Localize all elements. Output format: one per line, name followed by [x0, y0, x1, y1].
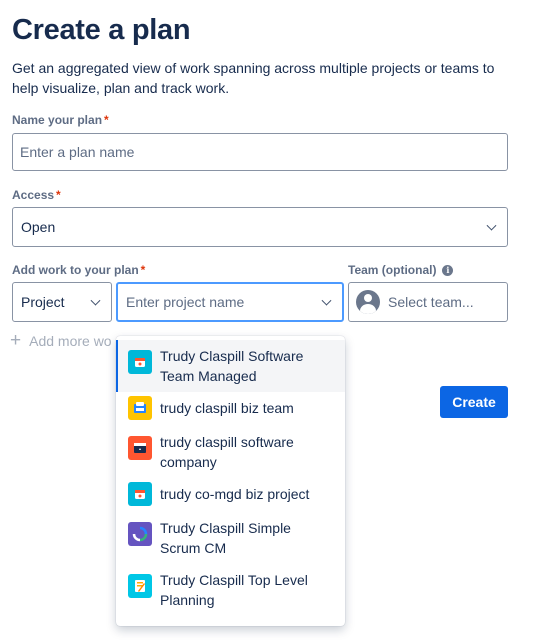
team-field-label-text: Team (optional)	[348, 263, 437, 277]
project-dropdown-menu: Trudy Claspill Software Team Managed tru…	[116, 336, 345, 626]
page-description: Get an aggregated view of work spanning …	[12, 60, 495, 96]
work-field-label-text: Add work to your plan	[12, 263, 139, 277]
name-field-label-text: Name your plan	[12, 113, 103, 127]
project-name-placeholder: Enter project name	[126, 294, 245, 310]
team-managed-project-icon	[128, 350, 152, 374]
scrum-project-icon	[128, 522, 152, 546]
planning-project-icon	[128, 574, 152, 598]
project-option[interactable]: Trudy Claspill Simple Scrum CM	[116, 512, 345, 564]
info-icon[interactable]: i	[442, 265, 454, 276]
work-field-label: Add work to your plan *	[12, 263, 145, 277]
project-option-label: Trudy Claspill Software Team Managed	[160, 348, 304, 384]
project-option[interactable]: trudy claspill biz team	[116, 392, 345, 426]
project-name-input[interactable]: Enter project name	[116, 282, 344, 322]
required-marker: *	[140, 263, 146, 277]
project-option-label: trudy claspill biz team	[160, 400, 294, 416]
software-project-icon	[128, 436, 152, 460]
access-field-label-text: Access	[12, 188, 55, 202]
chevron-down-icon	[321, 295, 332, 306]
project-option[interactable]: trudy co-mgd biz project	[116, 478, 345, 512]
work-source-type-select[interactable]: Project	[12, 282, 112, 322]
chevron-down-icon	[90, 295, 101, 306]
plus-icon: +	[10, 330, 22, 351]
plan-name-input[interactable]: Enter a plan name	[12, 133, 508, 171]
required-marker: *	[104, 113, 109, 127]
team-avatar-icon	[356, 290, 380, 314]
chevron-down-icon	[486, 220, 497, 231]
plan-name-placeholder: Enter a plan name	[20, 144, 135, 160]
access-select[interactable]: Open	[12, 207, 508, 247]
add-more-work-label: Add more wo	[29, 333, 112, 349]
project-option-label: trudy co-mgd biz project	[160, 486, 310, 502]
project-option-label: Trudy Claspill Top Level Planning	[160, 572, 308, 608]
page-title: Create a plan	[12, 14, 191, 46]
project-option[interactable]: Trudy Claspill Top Level Planning	[116, 564, 345, 616]
team-managed-project-icon	[128, 482, 152, 506]
access-field-label: Access *	[12, 188, 61, 202]
project-option[interactable]: trudy claspill software company	[116, 426, 345, 478]
work-source-type-value: Project	[21, 294, 65, 310]
team-select-placeholder: Select team...	[388, 294, 474, 310]
create-button[interactable]: Create	[440, 386, 508, 418]
add-more-work-button[interactable]: + Add more wo	[10, 330, 112, 351]
business-project-icon	[128, 396, 152, 420]
name-field-label: Name your plan *	[12, 113, 109, 127]
team-select[interactable]: Select team...	[348, 282, 508, 322]
access-select-value: Open	[21, 219, 56, 235]
project-option-label: trudy claspill software company	[160, 434, 294, 470]
required-marker: *	[56, 188, 61, 202]
team-field-label: Team (optional) i	[348, 263, 454, 277]
project-option[interactable]: Trudy Claspill Software Team Managed	[116, 340, 345, 392]
project-option-label: Trudy Claspill Simple Scrum CM	[160, 520, 291, 556]
